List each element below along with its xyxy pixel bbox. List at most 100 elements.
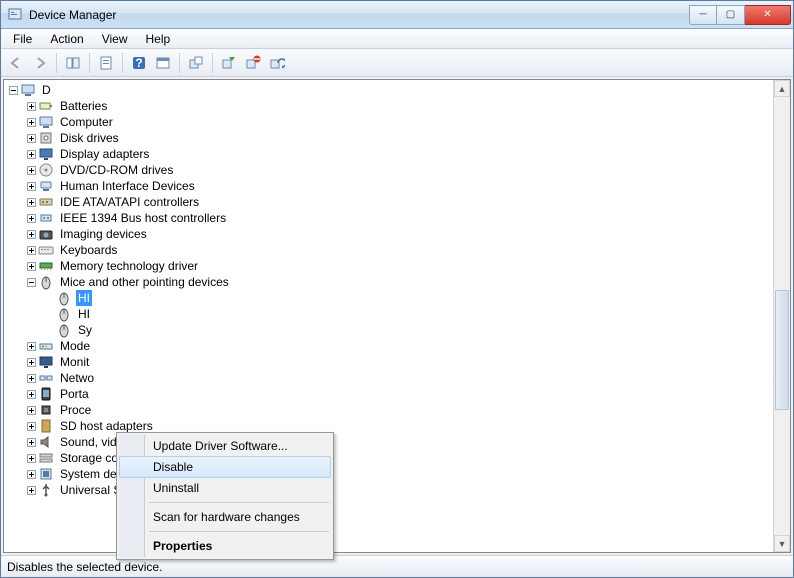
collapse-icon[interactable] xyxy=(24,278,38,287)
expand-icon[interactable] xyxy=(24,438,38,447)
computer-icon xyxy=(20,82,36,98)
tree-category[interactable]: Human Interface Devices xyxy=(6,178,769,194)
help-icon[interactable]: ? xyxy=(128,52,150,74)
expand-icon[interactable] xyxy=(24,102,38,111)
tree-category[interactable]: Disk drives xyxy=(6,130,769,146)
expand-icon[interactable] xyxy=(24,454,38,463)
tree-category[interactable]: Porta xyxy=(6,386,769,402)
toolbar-separator xyxy=(179,53,180,73)
expand-icon[interactable] xyxy=(24,374,38,383)
scroll-down-icon[interactable]: ▼ xyxy=(774,535,790,552)
expand-icon[interactable] xyxy=(24,246,38,255)
scroll-thumb[interactable] xyxy=(775,290,789,410)
disable-icon[interactable] xyxy=(242,52,264,74)
system-icon xyxy=(38,466,54,482)
status-text: Disables the selected device. xyxy=(7,560,162,574)
tree-category[interactable]: IDE ATA/ATAPI controllers xyxy=(6,194,769,210)
battery-icon xyxy=(38,98,54,114)
tree-category[interactable]: Display adapters xyxy=(6,146,769,162)
tree-item-label: Proce xyxy=(58,402,93,418)
modem-icon xyxy=(38,338,54,354)
tree-category[interactable]: Monit xyxy=(6,354,769,370)
expand-icon[interactable] xyxy=(24,390,38,399)
window-title: Device Manager xyxy=(29,8,689,22)
expand-icon[interactable] xyxy=(24,198,38,207)
forward-arrow-icon[interactable] xyxy=(29,52,51,74)
disk-icon xyxy=(38,130,54,146)
toolbar: ? xyxy=(1,49,793,77)
tree-root[interactable]: D xyxy=(6,82,769,98)
tree-item-label: HI xyxy=(76,306,92,322)
menu-file[interactable]: File xyxy=(5,30,40,48)
tree-category[interactable]: Netwo xyxy=(6,370,769,386)
memory-icon xyxy=(38,258,54,274)
expand-icon[interactable] xyxy=(24,214,38,223)
expand-icon[interactable] xyxy=(24,150,38,159)
properties-icon[interactable] xyxy=(95,52,117,74)
toolbar-separator xyxy=(122,53,123,73)
tree-category[interactable]: Computer xyxy=(6,114,769,130)
tree-category[interactable]: Imaging devices xyxy=(6,226,769,242)
options-icon[interactable] xyxy=(152,52,174,74)
expand-icon[interactable] xyxy=(24,166,38,175)
context-menu-item[interactable]: Uninstall xyxy=(119,477,331,499)
tree-item-label: Keyboards xyxy=(58,242,119,258)
expand-icon[interactable] xyxy=(24,342,38,351)
expand-icon[interactable] xyxy=(24,262,38,271)
minimize-button[interactable]: ─ xyxy=(689,5,717,25)
mouse-icon xyxy=(56,290,72,306)
tree-item-label: Display adapters xyxy=(58,146,151,162)
tree-device[interactable]: HI xyxy=(6,290,769,306)
vertical-scrollbar[interactable]: ▲ ▼ xyxy=(773,80,790,552)
expand-icon[interactable] xyxy=(24,118,38,127)
close-button[interactable]: ✕ xyxy=(745,5,791,25)
menu-view[interactable]: View xyxy=(94,30,136,48)
update-driver-icon[interactable] xyxy=(185,52,207,74)
monitor-icon xyxy=(38,354,54,370)
context-menu-item[interactable]: Scan for hardware changes xyxy=(119,506,331,528)
context-menu-item[interactable]: Properties xyxy=(119,535,331,557)
tree-category[interactable]: IEEE 1394 Bus host controllers xyxy=(6,210,769,226)
expand-icon[interactable] xyxy=(24,134,38,143)
expand-icon[interactable] xyxy=(24,230,38,239)
expand-icon[interactable] xyxy=(24,182,38,191)
tree-category[interactable]: Mode xyxy=(6,338,769,354)
tree-category[interactable]: Keyboards xyxy=(6,242,769,258)
expand-icon[interactable] xyxy=(24,406,38,415)
tree-category[interactable]: Memory technology driver xyxy=(6,258,769,274)
context-menu-item[interactable]: Update Driver Software... xyxy=(119,435,331,457)
tree-item-label: Porta xyxy=(58,386,91,402)
context-menu-item[interactable]: Disable xyxy=(119,456,331,478)
enable-icon[interactable] xyxy=(218,52,240,74)
mouse-icon xyxy=(56,306,72,322)
keyboard-icon xyxy=(38,242,54,258)
tree-category[interactable]: Proce xyxy=(6,402,769,418)
computer-icon xyxy=(38,114,54,130)
uninstall-icon[interactable] xyxy=(266,52,288,74)
tree-device[interactable]: HI xyxy=(6,306,769,322)
back-arrow-icon[interactable] xyxy=(5,52,27,74)
titlebar[interactable]: Device Manager ─ ▢ ✕ xyxy=(1,1,793,29)
content-area: DBatteriesComputerDisk drivesDisplay ada… xyxy=(3,79,791,553)
context-menu-separator xyxy=(149,502,329,503)
expand-icon[interactable] xyxy=(24,422,38,431)
scroll-up-icon[interactable]: ▲ xyxy=(774,80,790,97)
menu-action[interactable]: Action xyxy=(42,30,91,48)
collapse-icon[interactable] xyxy=(6,86,20,95)
imaging-icon xyxy=(38,226,54,242)
menu-help[interactable]: Help xyxy=(138,30,179,48)
tree-item-label: Monit xyxy=(58,354,91,370)
toolbar-separator xyxy=(212,53,213,73)
tree-item-label: HI xyxy=(76,290,92,306)
expand-icon[interactable] xyxy=(24,358,38,367)
tree-category[interactable]: Mice and other pointing devices xyxy=(6,274,769,290)
maximize-button[interactable]: ▢ xyxy=(717,5,745,25)
context-menu: Update Driver Software...DisableUninstal… xyxy=(116,432,334,560)
expand-icon[interactable] xyxy=(24,470,38,479)
tree-item-label: Netwo xyxy=(58,370,96,386)
tree-category[interactable]: Batteries xyxy=(6,98,769,114)
expand-icon[interactable] xyxy=(24,486,38,495)
tree-device[interactable]: Sy xyxy=(6,322,769,338)
tree-category[interactable]: DVD/CD-ROM drives xyxy=(6,162,769,178)
show-hide-tree-icon[interactable] xyxy=(62,52,84,74)
